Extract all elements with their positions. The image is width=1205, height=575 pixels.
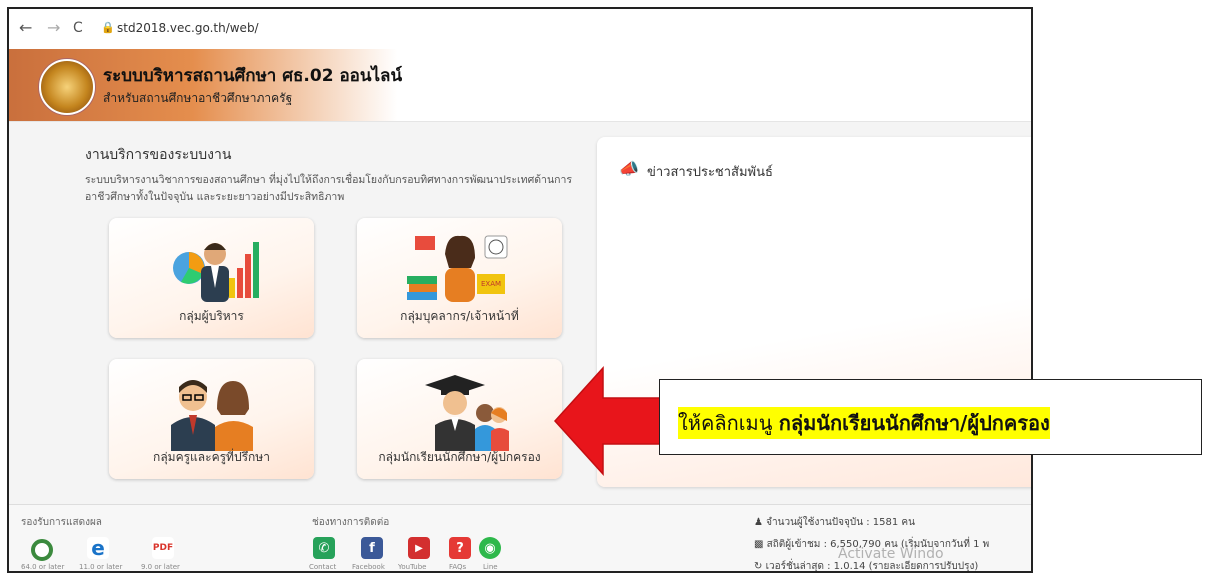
contact-title: ช่องทางการติดต่อ — [312, 517, 390, 528]
services-description: ระบบบริหารงานวิชาการของสถานศึกษา ที่มุ่ง… — [85, 174, 573, 203]
lock-icon: 🔒 — [101, 21, 115, 34]
forward-button[interactable]: → — [47, 18, 60, 37]
facebook-caption: Facebook — [352, 563, 385, 571]
contact-icon[interactable]: ✆ — [313, 537, 335, 559]
site-subtitle: สำหรับสถานศึกษาอาชีวศึกษาภาครัฐ — [103, 91, 293, 105]
instruction-callout: ให้คลิกเมนู กลุ่มนักเรียนนักศึกษา/ผู้ปกค… — [659, 379, 1202, 455]
online-users: ♟ จำนวนผู้ใช้งานปัจจุบัน : 1581 คน — [754, 517, 915, 528]
site-logo[interactable] — [39, 59, 95, 115]
site-title: ระบบบริหารสถานศึกษา ศธ.02 ออนไลน์ — [103, 66, 403, 86]
card-executives-label: กลุ่มผู้บริหาร — [179, 309, 244, 323]
card-students-label: กลุ่มนักเรียนนักศึกษา/ผู้ปกครอง — [378, 450, 541, 464]
youtube-icon[interactable]: ▶ — [408, 537, 430, 559]
chrome-caption: 64.0 or later — [21, 563, 65, 571]
youtube-caption: YouTube — [398, 563, 427, 571]
card-teachers[interactable]: กลุ่มครูและครูที่ปรึกษา — [109, 359, 314, 479]
site-footer: รองรับการแสดงผล 64.0 or later e 11.0 or … — [9, 504, 1031, 572]
card-students[interactable]: กลุ่มนักเรียนนักศึกษา/ผู้ปกครอง — [357, 359, 562, 479]
chrome-icon — [31, 539, 53, 561]
students-illustration — [424, 375, 509, 451]
megaphone-icon: 📣 — [619, 159, 639, 178]
instruction-prefix: ให้คลิกเมนู — [678, 411, 779, 435]
ie-caption: 11.0 or later — [79, 563, 123, 571]
faq-icon[interactable]: ? — [449, 537, 471, 559]
staff-illustration: EXAM — [406, 235, 507, 302]
red-arrow-annotation — [553, 366, 662, 476]
site-header: ระบบบริหารสถานศึกษา ศธ.02 ออนไลน์ สำหรับ… — [9, 49, 1031, 122]
contact-caption: Contact — [309, 563, 337, 571]
services-title: งานบริการของระบบงาน — [85, 147, 232, 163]
pdf-icon: PDF — [152, 537, 174, 559]
windows-watermark: Activate Windo — [838, 546, 944, 562]
card-teachers-label: กลุ่มครูและครูที่ปรึกษา — [153, 450, 270, 464]
card-staff[interactable]: EXAM กลุ่มบุคลากร/เจ้าหน้าที่ — [357, 218, 562, 338]
card-executives[interactable]: กลุ่มผู้บริหาร — [109, 218, 314, 338]
line-caption: Line — [483, 563, 498, 571]
reload-button[interactable]: C — [73, 20, 83, 36]
teachers-illustration — [170, 380, 253, 451]
svg-text:EXAM: EXAM — [481, 280, 501, 288]
card-staff-label: กลุ่มบุคลากร/เจ้าหน้าที่ — [400, 309, 519, 323]
back-button[interactable]: ← — [19, 18, 32, 37]
pdf-caption: 9.0 or later — [141, 563, 180, 571]
instruction-text: ให้คลิกเมนู กลุ่มนักเรียนนักศึกษา/ผู้ปกค… — [678, 407, 1050, 439]
line-icon[interactable]: ◉ — [479, 537, 501, 559]
version-info-text: เวอร์ชั่นล่าสุด : 1.0.14 (รายละเอียดการป… — [765, 561, 979, 572]
browser-toolbar: ← → C 🔒 std2018.vec.go.th/web/ — [9, 9, 1031, 50]
address-bar[interactable]: std2018.vec.go.th/web/ — [117, 21, 259, 35]
online-users-text: จำนวนผู้ใช้งานปัจจุบัน : 1581 คน — [766, 517, 915, 528]
executive-illustration — [172, 242, 259, 302]
facebook-icon[interactable]: f — [361, 537, 383, 559]
news-title: ข่าวสารประชาสัมพันธ์ — [647, 165, 773, 180]
browser-window: ← → C 🔒 std2018.vec.go.th/web/ ระบบบริหา… — [7, 7, 1033, 573]
ie-icon: e — [87, 536, 109, 560]
instruction-menu-name: กลุ่มนักเรียนนักศึกษา/ผู้ปกครอง — [778, 411, 1050, 435]
support-title: รองรับการแสดงผล — [21, 517, 102, 528]
faq-caption: FAQs — [449, 563, 467, 571]
